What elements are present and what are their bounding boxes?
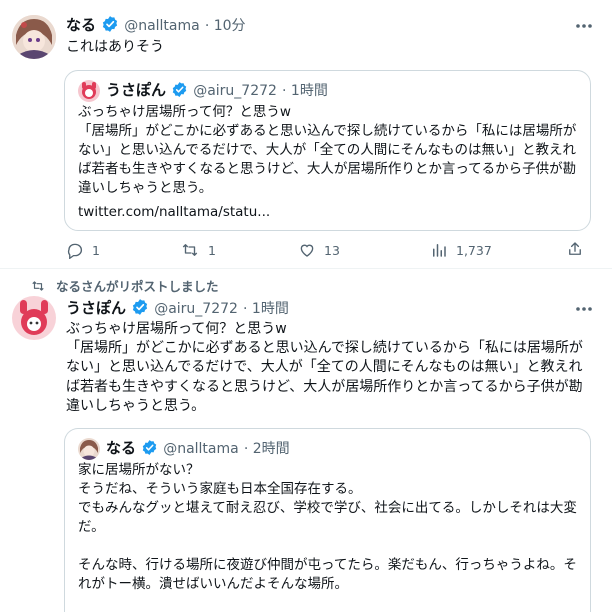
verified-badge-icon	[171, 81, 188, 102]
repost-label[interactable]: なるさんがリポストしました	[56, 276, 219, 295]
more-options-icon[interactable]	[572, 16, 596, 36]
tweet-time[interactable]: · 10分	[205, 18, 246, 34]
retweet-icon	[182, 244, 198, 256]
views-count: 1,737	[456, 242, 492, 258]
heart-icon	[300, 244, 314, 257]
share-icon	[569, 242, 581, 255]
repost-icon	[32, 280, 44, 291]
verified-badge-icon	[131, 298, 149, 320]
avatar-naru[interactable]	[12, 15, 56, 59]
avatar-naru	[78, 438, 100, 460]
tweet-divider	[0, 268, 612, 269]
author-name[interactable]: うさぽん	[66, 299, 126, 317]
verified-badge-icon	[101, 15, 119, 37]
views-button[interactable]: 1,737	[430, 241, 492, 259]
tweet-text: これはありそう	[66, 39, 164, 55]
reply-count: 1	[92, 242, 100, 258]
retweet-count: 1	[208, 242, 216, 258]
tweet-time[interactable]: · 1時間	[243, 301, 289, 317]
share-button[interactable]	[566, 240, 584, 262]
quoted-tweet-text: ぶっちゃけ居場所って何？と思うw 「居場所」がどこかに必ずあると思い込んで探し続…	[78, 104, 577, 196]
reply-button[interactable]: 1	[66, 241, 100, 259]
quoted-tweet-header: なる @nalltama · 2時間	[106, 437, 566, 459]
verified-badge-icon	[141, 439, 158, 460]
quoted-tweet-header: うさぽん @airu_7272 · 1時間	[106, 79, 566, 101]
avatar-usapon[interactable]	[12, 296, 56, 340]
quoted-tweet-text: 家に居場所がない？ そうだね、そういう家庭も日本全国存在する。 でもみんなグッと…	[78, 462, 577, 592]
retweet-button[interactable]: 1	[180, 241, 216, 259]
like-count: 13	[324, 242, 340, 258]
author-handle[interactable]: @nalltama	[124, 18, 200, 34]
quoted-tweet-time: · 2時間	[243, 441, 290, 457]
author-handle[interactable]: @airu_7272	[154, 301, 238, 317]
avatar-usapon	[78, 80, 100, 102]
views-chart-icon	[433, 244, 446, 257]
author-name[interactable]: なる	[66, 16, 96, 34]
repost-indicator: なるさんがリポストしました	[30, 276, 219, 295]
reply-icon	[67, 243, 83, 259]
tweet-text: ぶっちゃけ居場所って何？と思うw 「居場所」がどこかに必ずあると思い込んで探し続…	[66, 321, 583, 414]
like-button[interactable]: 13	[298, 241, 340, 259]
quoted-author-handle: @airu_7272	[193, 83, 277, 99]
more-options-icon[interactable]	[572, 299, 596, 319]
quoted-author-name: なる	[106, 439, 137, 457]
quoted-author-name: うさぽん	[106, 81, 167, 99]
tweet-header: うさぽん @airu_7272 · 1時間	[66, 297, 566, 319]
quoted-author-handle: @nalltama	[163, 441, 239, 457]
quoted-tweet-link[interactable]: twitter.com/nalltama/statu...	[78, 203, 478, 222]
quoted-tweet-time: · 1時間	[282, 83, 328, 99]
tweet-header: なる @nalltama · 10分	[66, 14, 566, 36]
